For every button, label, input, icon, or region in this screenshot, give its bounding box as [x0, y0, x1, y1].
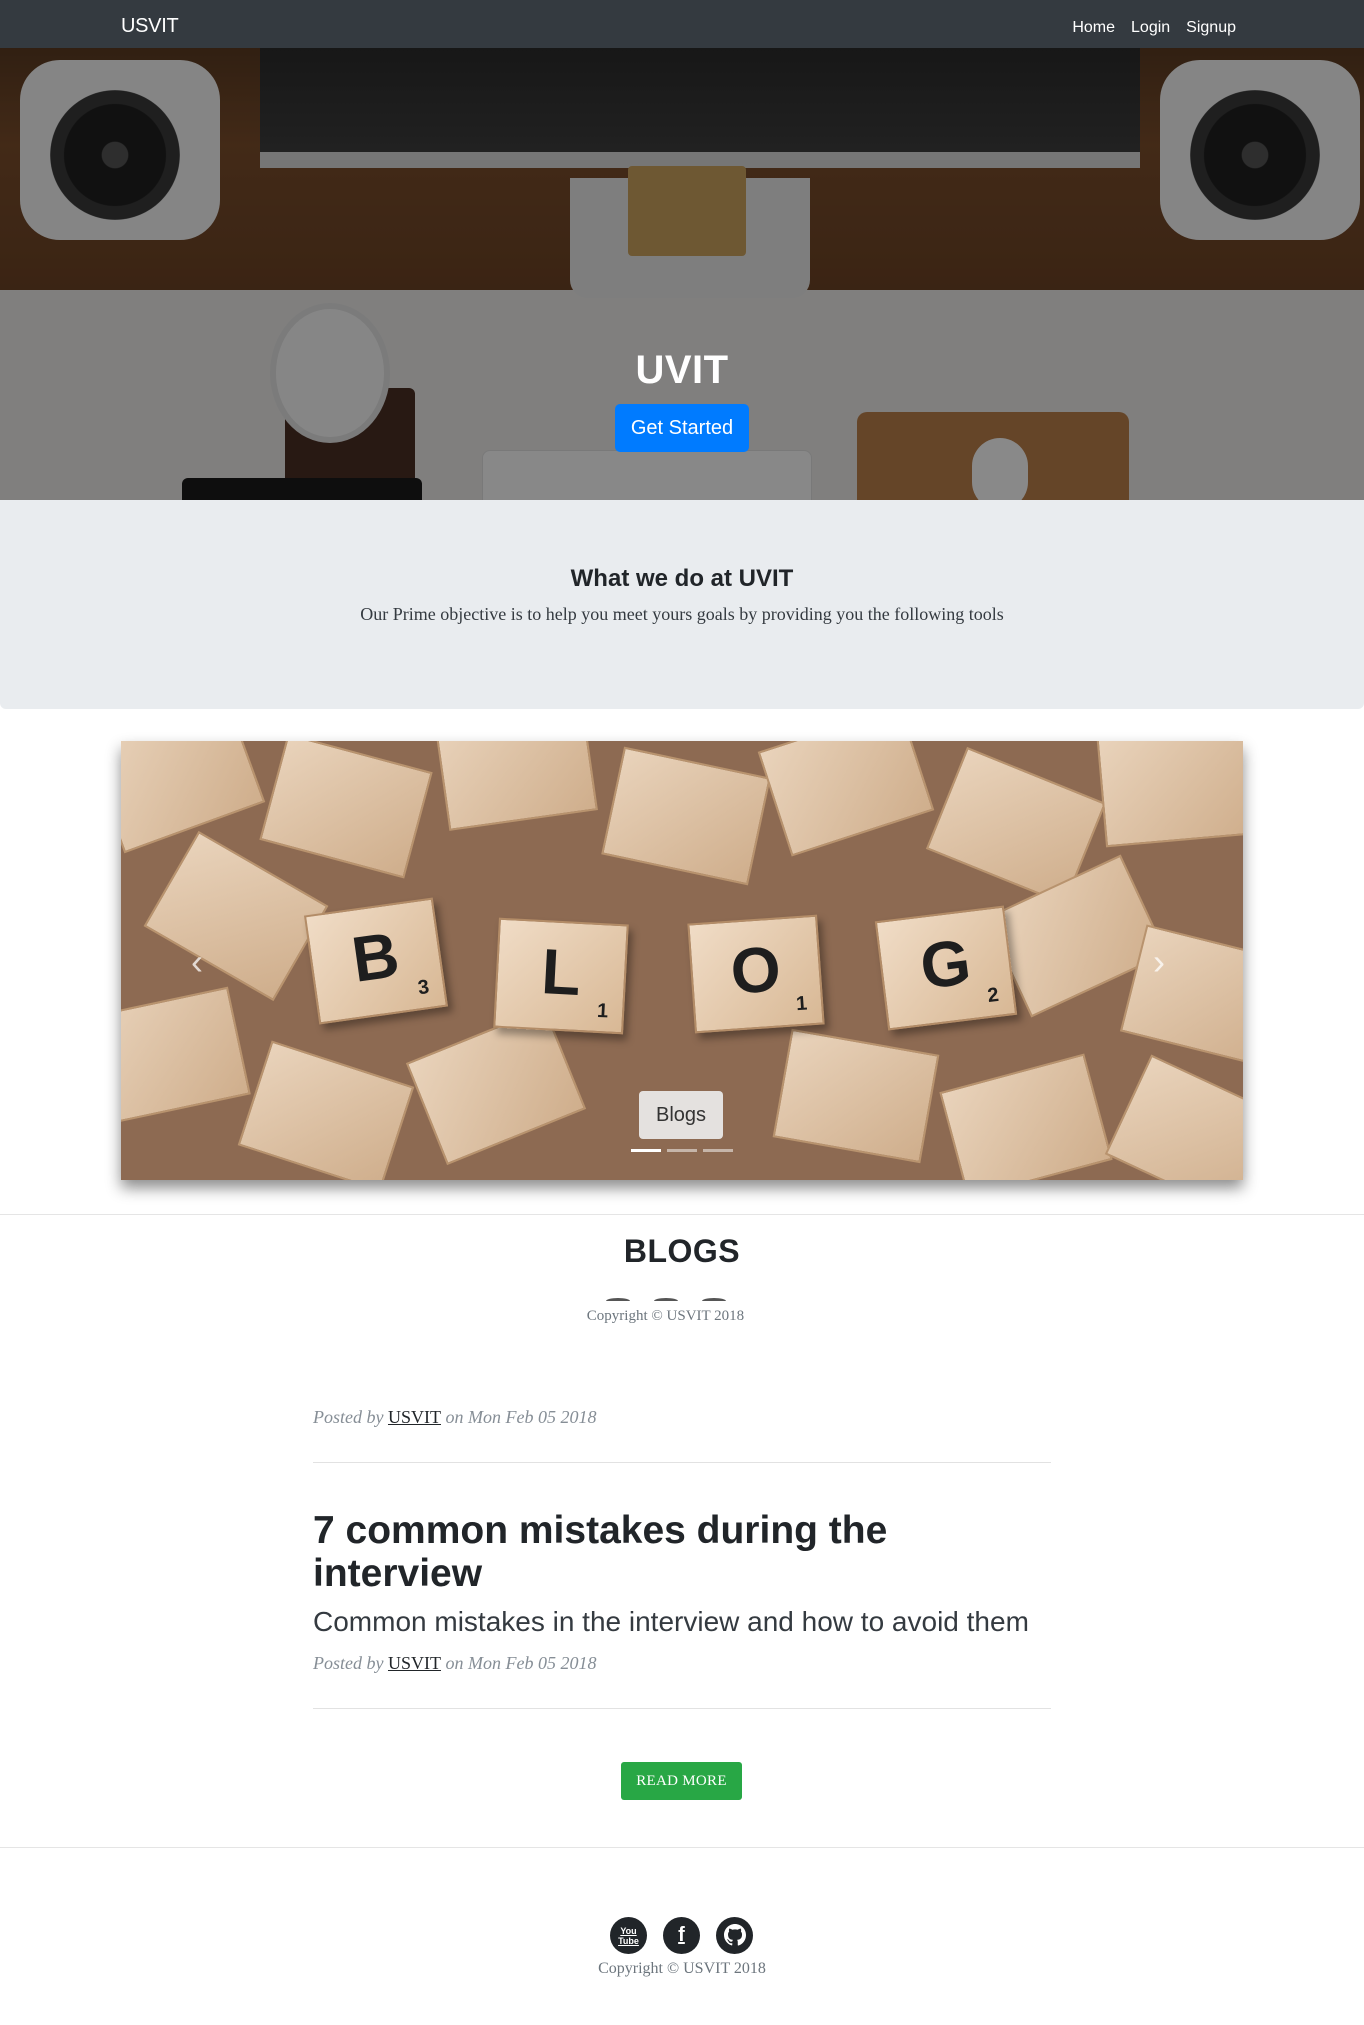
post-divider: [313, 1462, 1051, 1463]
carousel-indicator-3[interactable]: [703, 1149, 733, 1152]
what-we-do-title: What we do at UVIT: [570, 565, 794, 592]
nav-signup-link[interactable]: Signup: [1186, 19, 1236, 37]
divider: [0, 1847, 1364, 1848]
carousel-indicator-2[interactable]: [667, 1149, 697, 1152]
hero-title: UVIT: [635, 348, 729, 392]
carousel-tile: [601, 746, 771, 886]
youtube-icon-label: You Tube: [618, 1926, 639, 1946]
letter-tile-o: O 1: [687, 914, 825, 1034]
blogs-title: BLOGS: [623, 1233, 741, 1269]
loading-icon: [606, 1298, 726, 1304]
footer-copyright: Copyright © USVIT 2018: [598, 1960, 766, 1977]
carousel-tile: [757, 741, 935, 857]
post-divider: [313, 1708, 1051, 1709]
carousel-indicator-1[interactable]: [631, 1149, 661, 1152]
post-author-link[interactable]: USVIT: [388, 1653, 441, 1673]
post-date: Mon Feb 05 2018: [467, 1407, 597, 1427]
blog-carousel[interactable]: B 3 L 1 O 1 G 2 ‹ › Blogs: [121, 741, 1243, 1180]
letter-l-score: 1: [596, 999, 609, 1023]
github-icon[interactable]: [716, 1917, 753, 1954]
post-author-link[interactable]: USVIT: [388, 1407, 441, 1427]
post-subtitle: Common mistakes in the interview and how…: [313, 1606, 1029, 1637]
facebook-icon[interactable]: f: [663, 1917, 700, 1954]
letter-tile-g: G 2: [874, 905, 1018, 1031]
nav-links: Home Login Signup: [1072, 19, 1236, 37]
post-meta-on: on: [445, 1407, 464, 1427]
carousel-tile: [259, 741, 433, 879]
carousel-tile: [143, 830, 329, 1002]
carousel-tile: [939, 1053, 1113, 1180]
post-meta: Posted by USVIT on Mon Feb 05 2018: [313, 1407, 596, 1428]
read-more-button[interactable]: READ MORE: [621, 1762, 742, 1800]
carousel-tile: [1096, 741, 1243, 848]
carousel-tile: [121, 741, 266, 854]
hero-banner: UVIT Get Started: [0, 48, 1364, 500]
post-date: Mon Feb 05 2018: [467, 1653, 597, 1673]
post-meta-posted-by: Posted by: [313, 1407, 384, 1427]
carousel-tile: [121, 986, 251, 1126]
letter-tile-l: L 1: [493, 917, 629, 1035]
carousel-tile: [237, 1040, 415, 1180]
letter-tile-b: B 3: [303, 897, 449, 1025]
carousel-tile: [434, 741, 598, 831]
letter-o-score: 1: [795, 992, 808, 1016]
what-we-do-section: What we do at UVIT Our Prime objective i…: [0, 500, 1364, 709]
post-title-link[interactable]: 7 common mistakes during the interview: [313, 1509, 1051, 1595]
nav-home-link[interactable]: Home: [1072, 19, 1115, 37]
what-we-do-text: Our Prime objective is to help you meet …: [360, 604, 1004, 624]
nav-login-link[interactable]: Login: [1131, 19, 1170, 37]
post-meta-on: on: [445, 1653, 464, 1673]
post-meta: Posted by USVIT on Mon Feb 05 2018: [313, 1653, 596, 1674]
carousel-caption: Blogs: [639, 1091, 723, 1139]
divider: [0, 1214, 1364, 1215]
brand-link[interactable]: USVIT: [121, 15, 179, 38]
chevron-right-icon[interactable]: ›: [1153, 941, 1165, 983]
chevron-left-icon[interactable]: ‹: [191, 941, 203, 983]
carousel-tile: [1104, 1054, 1243, 1180]
post-meta-posted-by: Posted by: [313, 1653, 384, 1673]
carousel-tile: [772, 1028, 940, 1164]
blogs-copyright: Copyright © USVIT 2018: [586, 1308, 745, 1324]
navbar: USVIT Home Login Signup: [0, 0, 1364, 48]
youtube-icon[interactable]: You Tube: [610, 1917, 647, 1954]
carousel-indicators: [631, 1149, 733, 1152]
get-started-button[interactable]: Get Started: [615, 404, 749, 452]
